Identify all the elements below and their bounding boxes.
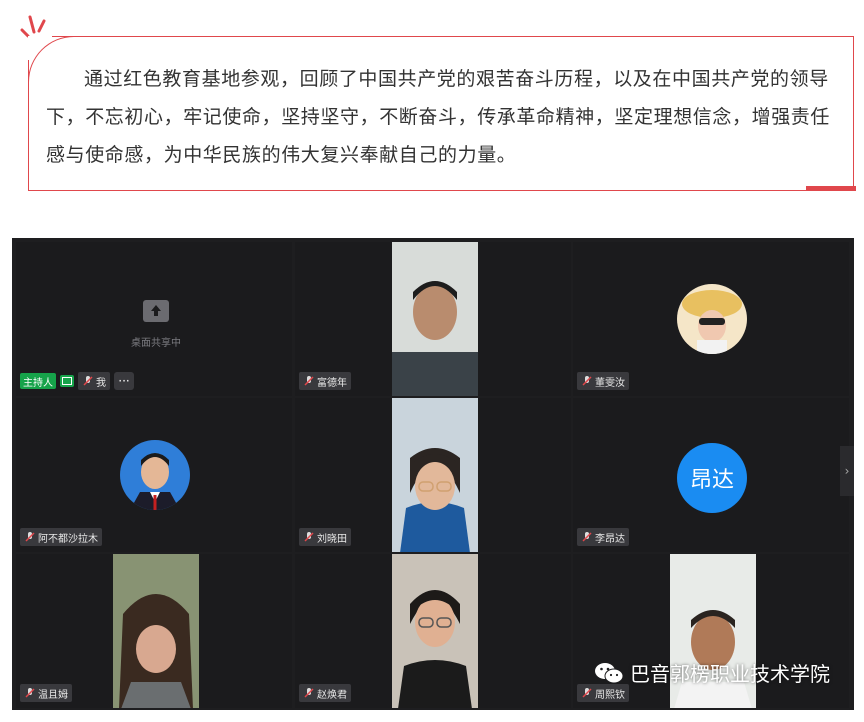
mic-muted-icon xyxy=(304,688,314,698)
screen-share-icon xyxy=(143,300,169,322)
participant-avatar xyxy=(677,284,747,354)
participant-name: 刘晓田 xyxy=(317,533,347,545)
participant-name: 董雯汝 xyxy=(595,377,625,389)
participant-nametag: 刘晓田 xyxy=(299,528,351,546)
participant-video xyxy=(392,242,478,396)
participant-name-box: 温且姆 xyxy=(20,684,72,702)
card-accent-bar xyxy=(806,186,856,191)
participant-name-box: 刘晓田 xyxy=(299,528,351,546)
participant-name-box: 阿不都沙拉木 xyxy=(20,528,102,546)
participant-name: 温且姆 xyxy=(38,689,68,701)
participant-tile[interactable]: 昂达 李昂达 xyxy=(573,398,849,552)
participant-video xyxy=(392,398,478,552)
host-badge: 主持人 xyxy=(20,373,56,389)
participant-tile[interactable]: 刘晓田 xyxy=(295,398,571,552)
participant-name-box: 董雯汝 xyxy=(577,372,629,390)
participant-tile[interactable]: 董雯汝 xyxy=(573,242,849,396)
participant-name-box: 我 xyxy=(78,372,110,390)
more-options-button[interactable]: ··· xyxy=(114,372,134,390)
participant-nametag: 温且姆 xyxy=(20,684,72,702)
participant-name-box: 赵焕君 xyxy=(299,684,351,702)
next-page-button[interactable]: › xyxy=(840,446,854,496)
mic-muted-icon xyxy=(25,688,35,698)
participant-nametag: 主持人 我 ··· xyxy=(20,372,134,390)
participant-name-box: 富德年 xyxy=(299,372,351,390)
participant-name: 富德年 xyxy=(317,377,347,389)
participant-nametag: 赵焕君 xyxy=(299,684,351,702)
participant-nametag: 富德年 xyxy=(299,372,351,390)
participant-tile-me[interactable]: 桌面共享中 主持人 我 ··· xyxy=(16,242,292,396)
participant-video xyxy=(392,554,478,708)
participant-name: 我 xyxy=(96,377,106,389)
participant-nametag: 阿不都沙拉木 xyxy=(20,528,102,546)
screen-share-label: 桌面共享中 xyxy=(131,338,181,349)
participant-video xyxy=(113,554,199,708)
watermark-text: 巴音郭楞职业技术学院 xyxy=(630,662,830,686)
participant-nametag: 董雯汝 xyxy=(577,372,629,390)
mic-muted-icon xyxy=(582,688,592,698)
participant-name: 赵焕君 xyxy=(317,689,347,701)
share-screen-badge-icon xyxy=(60,375,74,387)
participant-initials-avatar: 昂达 xyxy=(677,443,747,513)
participant-name: 阿不都沙拉木 xyxy=(38,533,98,545)
mic-muted-icon xyxy=(25,532,35,542)
participant-name: 李昂达 xyxy=(595,533,625,545)
mic-muted-icon xyxy=(582,532,592,542)
wechat-icon xyxy=(595,662,624,683)
meeting-grid: 桌面共享中 主持人 我 ··· 富德年 董雯汝 阿不都沙拉木 刘晓田 昂达 李昂… xyxy=(12,238,854,710)
participant-tile[interactable]: 阿不都沙拉木 xyxy=(16,398,292,552)
participant-tile[interactable]: 富德年 xyxy=(295,242,571,396)
article-text: 通过红色教育基地参观，回顾了中国共产党的艰苦奋斗历程，以及在中国共产党的领导下，… xyxy=(46,68,831,166)
mic-muted-icon xyxy=(582,376,592,386)
article-paragraph: 通过红色教育基地参观，回顾了中国共产党的艰苦奋斗历程，以及在中国共产党的领导下，… xyxy=(46,60,846,174)
participant-tile[interactable]: 温且姆 xyxy=(16,554,292,708)
watermark: 巴音郭楞职业技术学院 xyxy=(594,658,830,687)
participant-tile[interactable]: 赵焕君 xyxy=(295,554,571,708)
mic-muted-icon xyxy=(304,532,314,542)
mic-muted-icon xyxy=(304,376,314,386)
participant-nametag: 李昂达 xyxy=(577,528,629,546)
mic-muted-icon xyxy=(83,376,93,386)
participant-name: 周熙钦 xyxy=(595,689,625,701)
participant-name-box: 李昂达 xyxy=(577,528,629,546)
participant-avatar xyxy=(120,440,190,510)
